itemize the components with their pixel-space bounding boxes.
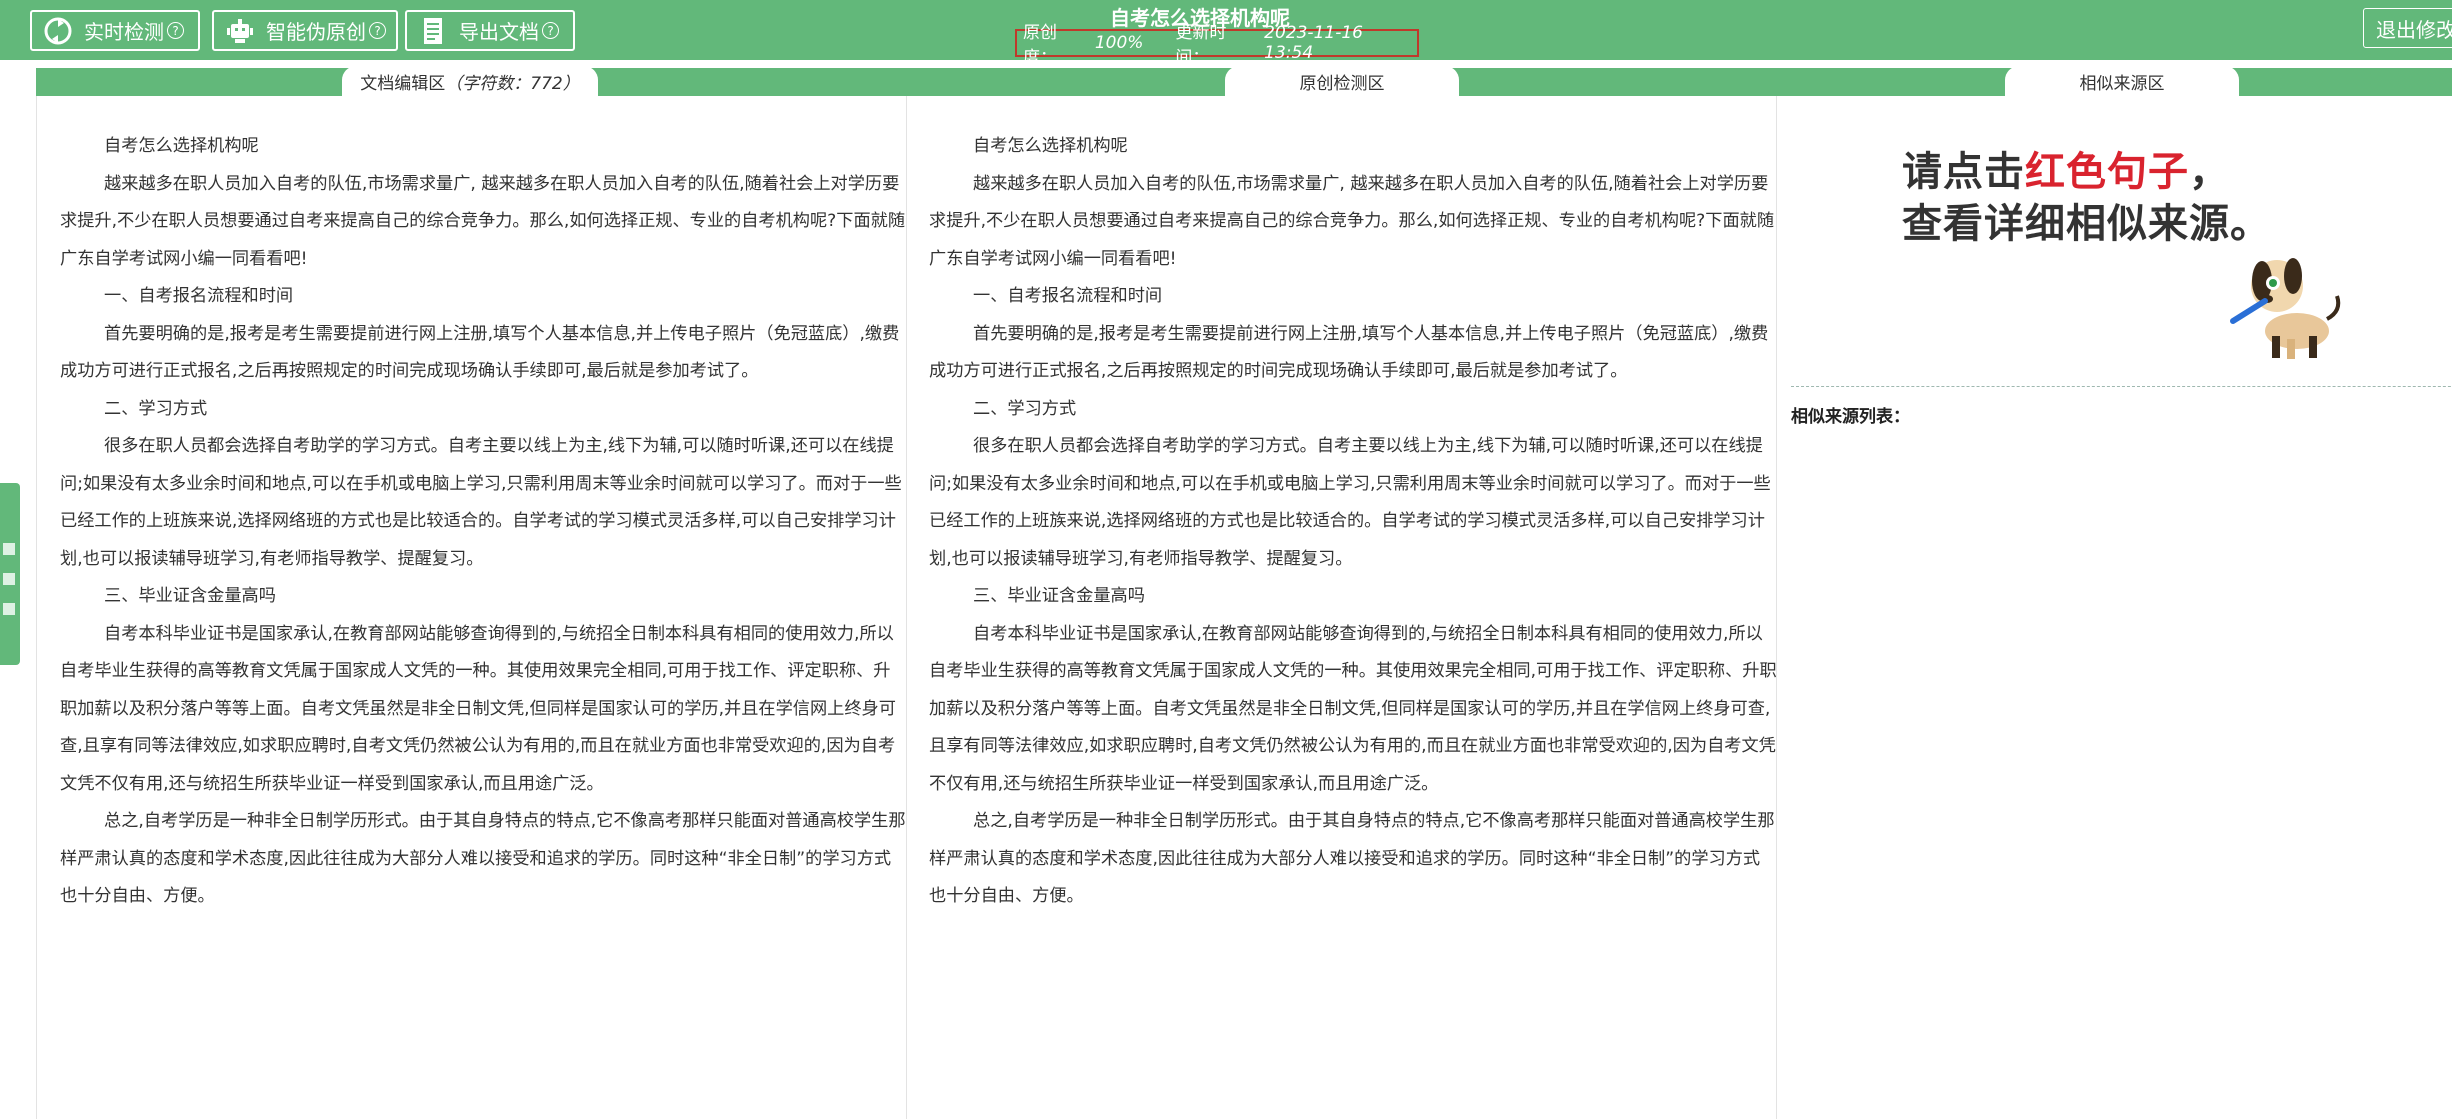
detect-text: 自考怎么选择机构呢越来越多在职人员加入自考的队伍,市场需求量广, 越来越多在职人… <box>907 96 1776 916</box>
realtime-check-button[interactable]: 实时检测 ? <box>30 10 200 51</box>
hint-line2: 查看详细相似来源。 <box>1902 200 2271 247</box>
document-paragraph: 很多在职人员都会选择自考助学的学习方式。自考主要以线上为主,线下为辅,可以随时听… <box>60 436 902 569</box>
editor-text[interactable]: 自考怎么选择机构呢越来越多在职人员加入自考的队伍,市场需求量广, 越来越多在职人… <box>37 96 906 916</box>
detect-paragraph: 首先要明确的是,报考是考生需要提前进行网上注册,填写个人基本信息,并上传电子照片… <box>929 323 1769 382</box>
originality-value: 100% <box>1094 33 1144 53</box>
editor-panel[interactable]: 自考怎么选择机构呢越来越多在职人员加入自考的队伍,市场需求量广, 越来越多在职人… <box>36 96 906 1119</box>
detect-panel: 自考怎么选择机构呢越来越多在职人员加入自考的队伍,市场需求量广, 越来越多在职人… <box>906 96 1776 1119</box>
tab-editor[interactable]: 文档编辑区 （字符数：772） <box>342 66 598 96</box>
export-document-button[interactable]: 导出文档 ? <box>405 10 575 51</box>
smart-rewrite-button[interactable]: 智能伪原创 ? <box>212 10 398 51</box>
tab-editor-label: 文档编辑区 <box>360 73 446 94</box>
realtime-check-label: 实时检测 <box>84 20 164 44</box>
detect-paragraph: 二、学习方式 <box>973 398 1077 419</box>
help-icon[interactable]: ? <box>542 22 559 39</box>
document-paragraph: 首先要明确的是,报考是考生需要提前进行网上注册,填写个人基本信息,并上传电子照片… <box>60 323 900 382</box>
document-icon <box>417 16 449 46</box>
document-paragraph: 自考怎么选择机构呢 <box>104 136 259 156</box>
side-panel-toggle[interactable] <box>0 483 20 665</box>
document-paragraph: 一、自考报名流程和时间 <box>104 286 294 306</box>
hint-red-text: 红色句子 <box>2025 148 2189 195</box>
document-paragraph: 三、毕业证含金量高吗 <box>104 586 276 606</box>
document-paragraph: 自考本科毕业证书是国家承认,在教育部网站能够查询得到的,与统招全日制本科具有相同… <box>60 623 896 794</box>
detect-paragraph: 很多在职人员都会选择自考助学的学习方式。自考主要以线上为主,线下为辅,可以随时听… <box>929 436 1771 569</box>
originality-label: 原创度： <box>1023 23 1057 68</box>
exit-edit-button[interactable]: 退出修改 <box>2363 8 2452 48</box>
tab-originality-detect[interactable]: 原创检测区 <box>1225 66 1459 96</box>
status-bar: 原创度： 100% 更新时间： 2023-11-16 13:54 <box>1015 23 1419 68</box>
help-icon[interactable]: ? <box>369 22 386 39</box>
detect-paragraph: 总之,自考学历是一种非全日制学历形式。由于其自身特点的特点,它不像高考那样只能面… <box>929 811 1775 906</box>
robot-icon <box>224 16 256 46</box>
tab-similar-label: 相似来源区 <box>2079 73 2165 94</box>
updated-label: 更新时间： <box>1175 23 1227 68</box>
similar-hint: 请点击红色句子， 查看详细相似来源。 <box>1902 146 2271 250</box>
detect-paragraph: 一、自考报名流程和时间 <box>973 286 1163 306</box>
detect-paragraph: 越来越多在职人员加入自考的队伍,市场需求量广, 越来越多在职人员加入自考的队伍,… <box>929 173 1775 269</box>
hint-suffix: ， <box>2189 148 2230 195</box>
detect-paragraph: 自考怎么选择机构呢 <box>973 136 1128 156</box>
tab-detect-label: 原创检测区 <box>1299 73 1385 94</box>
detect-paragraph: 三、毕业证含金量高吗 <box>973 586 1145 606</box>
refresh-icon <box>42 16 74 46</box>
document-paragraph: 越来越多在职人员加入自考的队伍,市场需求量广, 越来越多在职人员加入自考的队伍,… <box>60 173 906 269</box>
similar-list-title: 相似来源列表： <box>1791 407 1910 427</box>
export-document-label: 导出文档 <box>459 20 539 44</box>
document-paragraph: 二、学习方式 <box>104 398 208 419</box>
tab-similar-sources[interactable]: 相似来源区 <box>2005 66 2239 96</box>
help-icon[interactable]: ? <box>167 22 184 39</box>
divider <box>1791 386 2452 387</box>
smart-rewrite-label: 智能伪原创 <box>266 20 366 44</box>
hint-prefix: 请点击 <box>1902 148 2025 195</box>
similar-panel: 请点击红色句子， 查看详细相似来源。 相似来源列表： <box>1776 96 2452 1119</box>
character-count: （字符数：772） <box>445 73 580 94</box>
updated-value: 2023-11-16 13:54 <box>1264 23 1363 63</box>
dog-mascot-icon <box>2227 241 2347 361</box>
top-toolbar: 实时检测 ? 智能伪原创 ? 导出文档 ? 自考怎么选择机构呢 原创度： 100… <box>0 0 2452 68</box>
document-paragraph: 总之,自考学历是一种非全日制学历形式。由于其自身特点的特点,它不像高考那样只能面… <box>60 811 906 906</box>
detect-paragraph: 自考本科毕业证书是国家承认,在教育部网站能够查询得到的,与统招全日制本科具有相同… <box>929 623 1776 794</box>
